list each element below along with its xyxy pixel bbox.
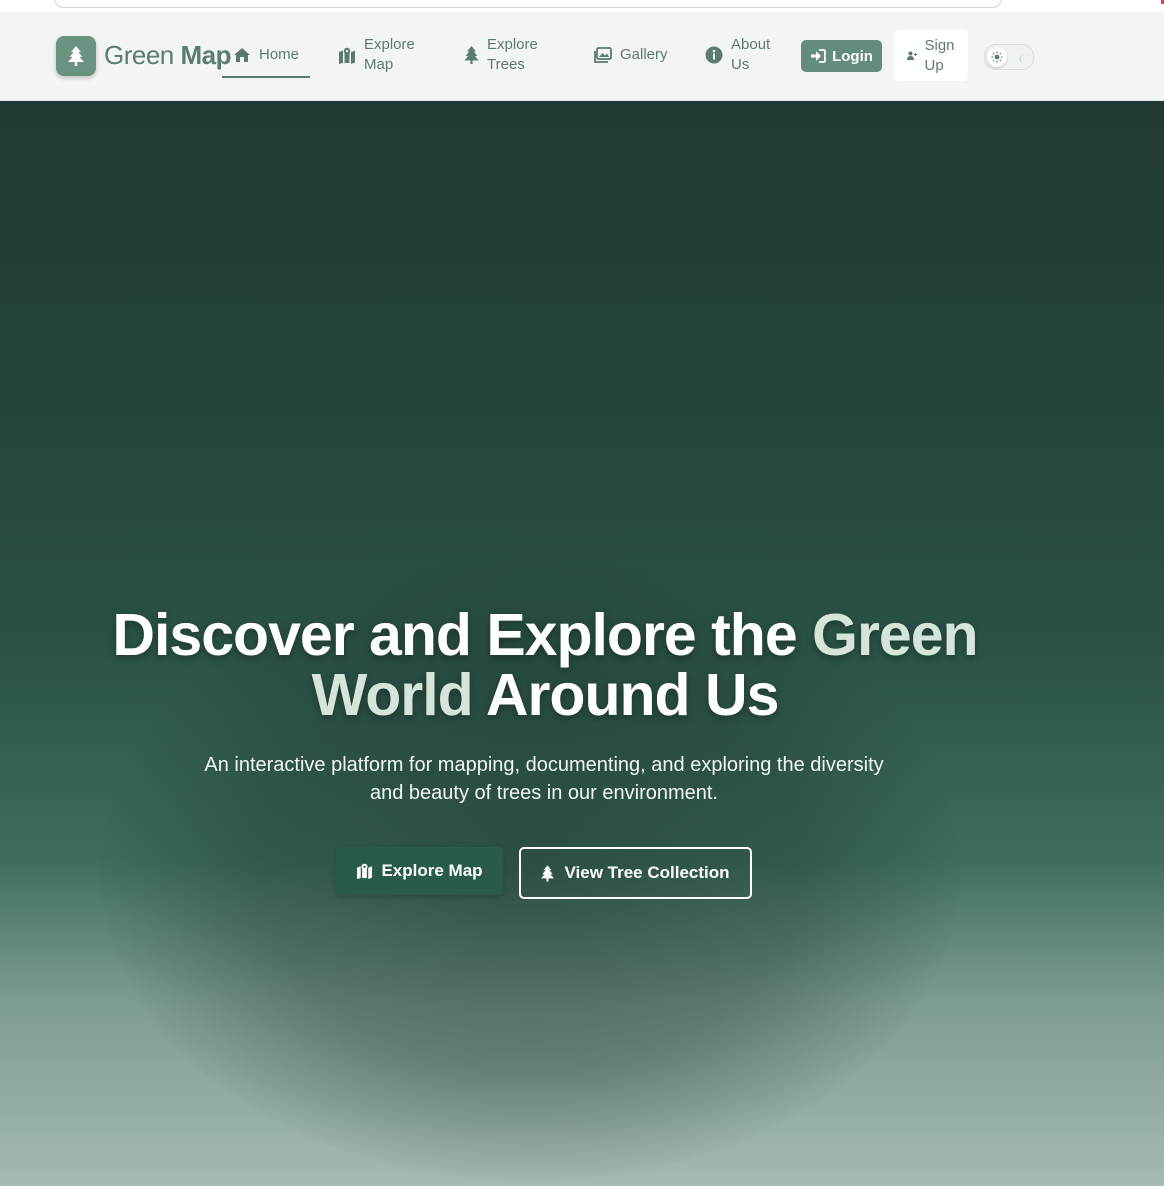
brand-name-light: Green <box>104 40 174 70</box>
info-icon <box>705 46 723 64</box>
signup-label: Sign Up <box>924 36 955 74</box>
nav-item-about-us[interactable]: About Us <box>705 30 785 80</box>
logo-badge[interactable] <box>56 36 96 76</box>
nav-item-label: Home <box>258 46 299 63</box>
moon-icon <box>1018 51 1026 69</box>
address-bar[interactable] <box>54 0 1002 8</box>
nav-item-home[interactable]: Home <box>222 30 310 80</box>
nav-item-label: Explore Trees <box>487 36 538 73</box>
map-icon <box>357 863 373 879</box>
explore-map-button[interactable]: Explore Map <box>336 847 503 895</box>
sun-icon <box>987 47 1007 67</box>
tree-icon <box>541 864 555 882</box>
login-icon <box>811 49 826 63</box>
gallery-icon <box>594 47 612 63</box>
tree-icon <box>68 46 84 66</box>
nav-item-explore-trees[interactable]: Explore Trees <box>464 30 574 80</box>
map-icon <box>338 47 356 64</box>
site-header: Green Map Home Explore Map Explore Trees… <box>0 12 1164 101</box>
home-icon <box>233 47 251 63</box>
nav-item-explore-map[interactable]: Explore Map <box>338 30 448 80</box>
hero-title: Discover and Explore the Green World Aro… <box>80 605 1010 725</box>
login-button[interactable]: Login <box>801 40 882 72</box>
user-plus-icon <box>907 51 918 60</box>
active-indicator <box>222 76 310 78</box>
hero-section: Discover and Explore the Green World Aro… <box>0 101 1164 1186</box>
nav-item-gallery[interactable]: Gallery <box>594 30 684 80</box>
nav-item-label: Explore Map <box>364 36 415 73</box>
hero-title-part1: Discover and Explore the <box>112 602 797 668</box>
signup-button[interactable]: Sign Up <box>894 30 968 81</box>
nav-item-label: About Us <box>731 36 771 73</box>
login-label: Login <box>832 47 873 65</box>
brand-name[interactable]: Green Map <box>104 40 231 71</box>
view-tree-collection-label: View Tree Collection <box>564 863 730 882</box>
hero-subtitle: An interactive platform for mapping, doc… <box>204 754 884 804</box>
explore-map-label: Explore Map <box>381 861 483 880</box>
theme-toggle[interactable] <box>984 44 1034 70</box>
tree-icon <box>464 46 479 64</box>
nav-item-label: Gallery <box>620 46 668 63</box>
view-tree-collection-button[interactable]: View Tree Collection <box>519 847 752 899</box>
hero-title-part2: Around Us <box>485 662 780 728</box>
